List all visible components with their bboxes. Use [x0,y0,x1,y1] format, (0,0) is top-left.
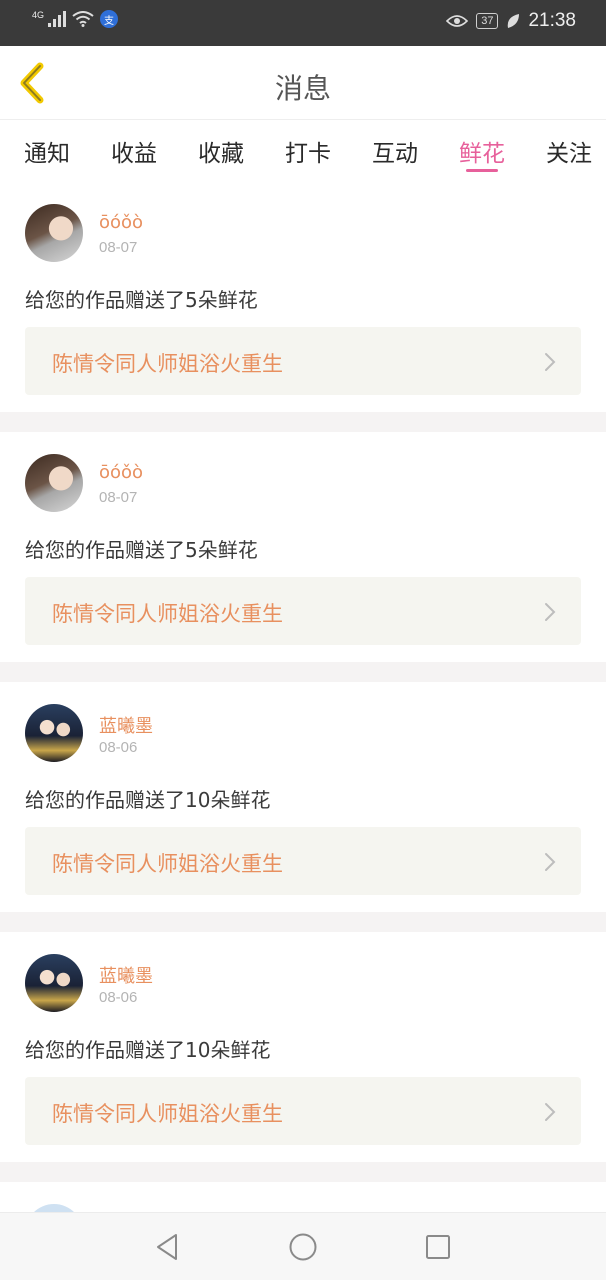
status-right: 37 21:38 [446,10,576,32]
card-divider [0,1162,606,1182]
signal-icon [48,11,67,27]
leaf-icon [508,14,520,28]
message-text: 给您的作品赠送了5朵鲜花 [25,538,258,562]
work-link[interactable]: 陈情令同人师姐浴火重生 [25,827,581,895]
sender-name[interactable]: ōóǒò [99,462,143,483]
tab-interaction[interactable]: 互动 [372,120,418,180]
tab-notice[interactable]: 通知 [24,120,70,180]
nav-recents-icon [426,1235,450,1259]
tab-flowers[interactable]: 鲜花 [459,120,505,180]
battery-level: 37 [476,13,499,29]
sender-name[interactable]: 蓝曦墨 [99,962,153,988]
message-feed: ōóǒò 08-07 给您的作品赠送了5朵鲜花 陈情令同人师姐浴火重生 ōóǒò… [0,182,606,1182]
chevron-right-icon [545,603,556,621]
status-bar: 4G 支 37 21:38 [0,0,606,46]
tab-label: 收藏 [198,141,244,167]
work-link[interactable]: 陈情令同人师姐浴火重生 [25,327,581,395]
message-text: 给您的作品赠送了10朵鲜花 [25,788,271,812]
card-divider [0,912,606,932]
tab-follow[interactable]: 关注 [546,120,592,180]
header: 消息 [0,46,606,120]
tab-label: 通知 [24,141,70,167]
nav-home-icon [289,1233,317,1261]
avatar[interactable] [25,954,83,1012]
page-title: 消息 [274,72,331,105]
network-type: 4G [32,10,45,20]
nav-recents-button[interactable] [422,1231,454,1263]
work-link[interactable]: 陈情令同人师姐浴火重生 [25,577,581,645]
tab-checkin[interactable]: 打卡 [285,120,331,180]
message-card: 蓝曦墨 08-06 给您的作品赠送了10朵鲜花 陈情令同人师姐浴火重生 [0,932,606,1162]
status-left: 4G 支 [32,10,119,28]
nav-home-button[interactable] [287,1231,319,1263]
message-date: 08-06 [99,739,138,756]
nav-back-icon [157,1234,177,1260]
avatar[interactable] [25,704,83,762]
message-date: 08-07 [99,239,138,256]
message-date: 08-07 [99,489,138,506]
tab-earnings[interactable]: 收益 [111,120,157,180]
work-title: 陈情令同人师姐浴火重生 [52,352,283,376]
work-title: 陈情令同人师姐浴火重生 [52,1102,283,1126]
message-card: ōóǒò 08-07 给您的作品赠送了5朵鲜花 陈情令同人师姐浴火重生 [0,432,606,662]
active-tab-indicator [466,169,498,172]
card-divider [0,662,606,682]
work-title: 陈情令同人师姐浴火重生 [52,602,283,626]
message-text: 给您的作品赠送了10朵鲜花 [25,1038,271,1062]
chevron-right-icon [545,353,556,371]
eye-icon [446,15,469,27]
work-link[interactable]: 陈情令同人师姐浴火重生 [25,1077,581,1145]
card-divider [0,412,606,432]
tab-label: 打卡 [285,141,331,167]
avatar[interactable] [25,204,83,262]
alipay-icon: 支 [100,10,119,28]
clock: 21:38 [528,10,576,31]
wifi-icon [72,11,94,27]
message-card: ōóǒò 08-07 给您的作品赠送了5朵鲜花 陈情令同人师姐浴火重生 [0,182,606,412]
work-title: 陈情令同人师姐浴火重生 [52,852,283,876]
nav-back-button[interactable] [152,1231,184,1263]
tab-label: 鲜花 [459,141,505,167]
tab-favorites[interactable]: 收藏 [198,120,244,180]
tab-label: 收益 [111,141,157,167]
message-text: 给您的作品赠送了5朵鲜花 [25,288,258,312]
avatar[interactable] [25,454,83,512]
sender-name[interactable]: ōóǒò [99,212,143,233]
chevron-right-icon [545,1103,556,1121]
sender-name[interactable]: 蓝曦墨 [99,712,153,738]
message-date: 08-06 [99,989,138,1006]
system-nav-bar [0,1212,606,1280]
tab-label: 互动 [372,141,418,167]
tab-label: 关注 [546,141,592,167]
message-card: 蓝曦墨 08-06 给您的作品赠送了10朵鲜花 陈情令同人师姐浴火重生 [0,682,606,912]
chevron-right-icon [545,853,556,871]
tab-bar: 通知 收益 收藏 打卡 互动 鲜花 关注 [0,120,606,180]
